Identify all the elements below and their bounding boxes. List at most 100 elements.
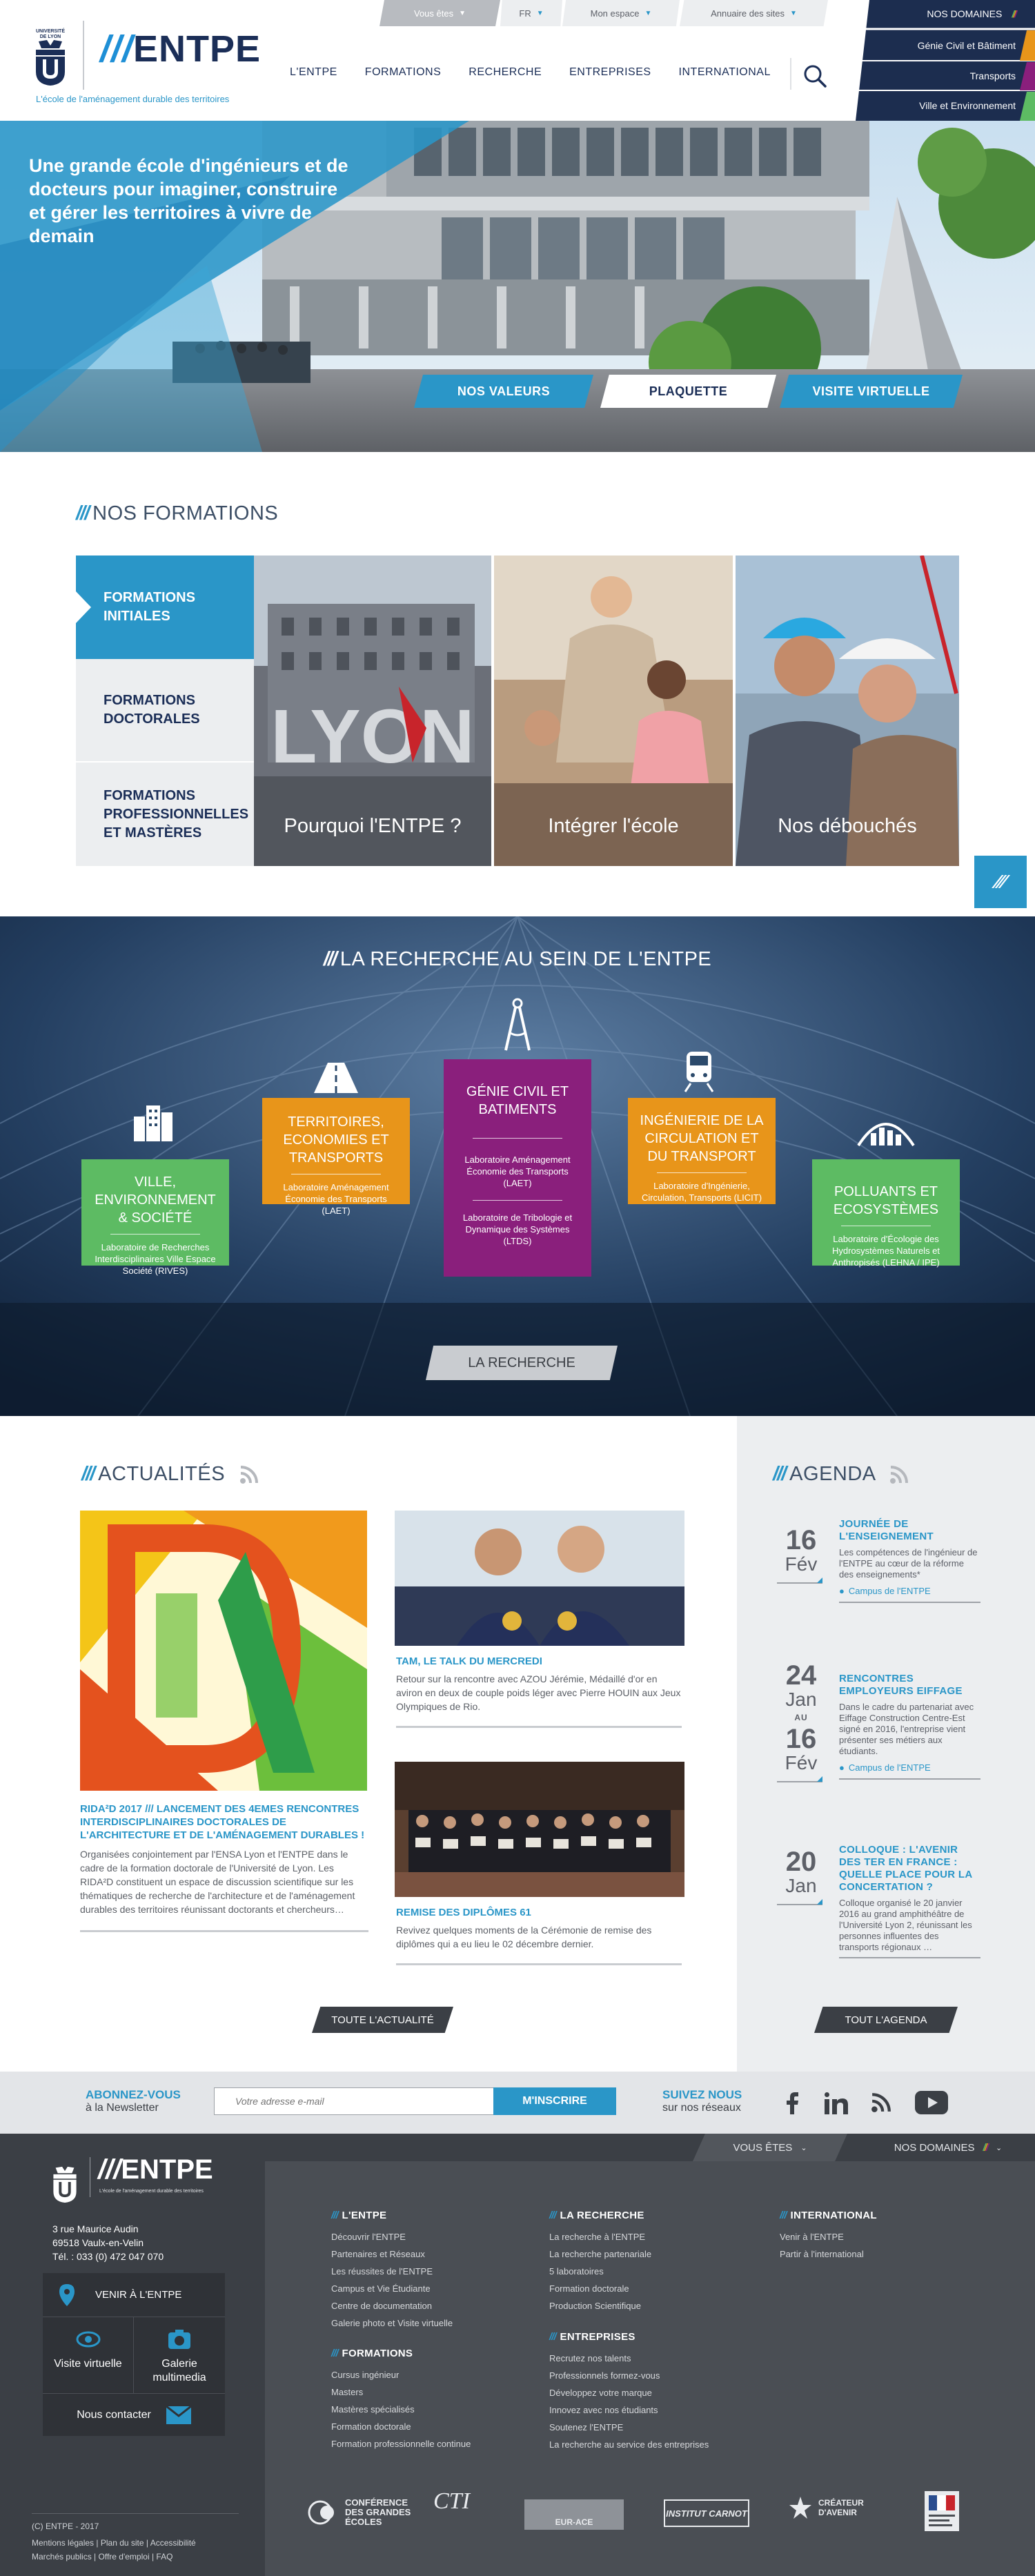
footer-link[interactable]: Cursus ingénieur	[331, 2366, 471, 2383]
come-to-entpe-link[interactable]: VENIR À L'ENTPE	[43, 2273, 225, 2317]
event-item-colloque[interactable]: COLLOQUE : L'AVENIR DES TER EN FRANCE : …	[839, 1844, 980, 1958]
news-image-talk[interactable]	[395, 1511, 684, 1646]
sitemap-link[interactable]: Plan du site	[101, 2538, 144, 2548]
newsletter-submit-button[interactable]: M'INSCRIRE	[493, 2087, 616, 2115]
legal-link[interactable]: Mentions légales	[32, 2538, 94, 2548]
nav-item-entpe[interactable]: L'ENTPE	[276, 66, 351, 79]
search-icon[interactable]	[802, 63, 827, 88]
partner-cti-logo[interactable]: CTI	[433, 2488, 470, 2515]
accessibility-link[interactable]: Accessibilité	[150, 2538, 196, 2548]
footer-link[interactable]: La recherche au service des entreprises	[549, 2436, 709, 2453]
event-item-journee[interactable]: JOURNÉE DE L'ENSEIGNEMENT Les compétence…	[839, 1518, 980, 1603]
footer-link[interactable]: 5 laboratoires	[549, 2263, 651, 2280]
faq-link[interactable]: FAQ	[156, 2552, 172, 2562]
partner-eurace-logo[interactable]: EUR-ACE	[524, 2499, 624, 2530]
footer-link[interactable]: Masters	[331, 2383, 471, 2401]
rss-icon[interactable]	[239, 1465, 259, 1484]
footer-entpe-logo[interactable]: ///ENTPE	[98, 2154, 213, 2185]
footer-link[interactable]: Partenaires et Réseaux	[331, 2245, 453, 2263]
public-markets-link[interactable]: Marchés publics	[32, 2552, 92, 2562]
footer-link[interactable]: Formation professionnelle continue	[331, 2435, 471, 2452]
all-agenda-button[interactable]: TOUT L'AGENDA	[814, 2007, 958, 2033]
footer-link[interactable]: Soutenez l'ENTPE	[549, 2419, 709, 2436]
footer-link[interactable]: Les réussites de l'ENTPE	[331, 2263, 453, 2280]
rss-icon[interactable]	[871, 2092, 891, 2113]
card-integrer-ecole[interactable]: Intégrer l'école	[494, 555, 733, 866]
footer-link[interactable]: Recrutez nos talents	[549, 2350, 709, 2367]
hero-button-brochure[interactable]: PLAQUETTE	[600, 375, 776, 408]
copyright: (C) ENTPE - 2017	[32, 2513, 239, 2533]
footer-link[interactable]: Production Scientifique	[549, 2297, 651, 2314]
news-item-talk[interactable]: TAM, LE TALK DU MERCREDI Retour sur la r…	[396, 1655, 682, 1728]
language-dropdown[interactable]: FR ▼	[500, 0, 562, 26]
footer-link[interactable]: Professionnels formez-vous	[549, 2367, 709, 2384]
mail-icon	[166, 2406, 191, 2424]
footer-link[interactable]: La recherche à l'ENTPE	[549, 2228, 651, 2245]
domains-dropdown[interactable]: NOS DOMAINES ///	[856, 0, 1035, 28]
scroll-top-icon[interactable]: ⁄⁄⁄	[974, 856, 1027, 908]
footer-link[interactable]: Innovez avec nos étudiants	[549, 2401, 709, 2419]
research-card-ville[interactable]: VILLE, ENVIRONNEMENT & SOCIÉTÉ Laboratoi…	[81, 1159, 229, 1276]
sites-dropdown[interactable]: Annuaire des sites ▼	[680, 0, 828, 26]
nav-item-formations[interactable]: FORMATIONS	[351, 66, 455, 79]
footer-link[interactable]: Partir à l'international	[780, 2245, 877, 2263]
partner-cge-logo[interactable]: CONFÉRENCE DES GRANDES ÉCOLES	[308, 2498, 411, 2527]
nav-item-recherche[interactable]: RECHERCHE	[455, 66, 555, 79]
news-item-rida2d[interactable]: RIDA²D 2017 /// LANCEMENT DES 4EMES RENC…	[80, 1802, 368, 1932]
profile-dropdown[interactable]: Vous êtes ▼	[379, 0, 500, 26]
tab-formations-initiales[interactable]: FORMATIONS INITIALES	[76, 555, 254, 659]
card-nos-debouches[interactable]: Nos débouchés	[736, 555, 959, 866]
tab-formations-doctorales[interactable]: FORMATIONS DOCTORALES	[76, 659, 254, 763]
research-card-genie-civil[interactable]: GÉNIE CIVIL ET BATIMENTS Laboratoire Amé…	[444, 1059, 591, 1277]
nav-item-international[interactable]: INTERNATIONAL	[665, 66, 785, 79]
footer-link[interactable]: Campus et Vie Étudiante	[331, 2280, 453, 2297]
university-lyon-logo-icon[interactable]: UNIVERSITÉ DE LYON	[33, 26, 68, 86]
footer-link[interactable]: Centre de documentation	[331, 2297, 453, 2314]
footer-link[interactable]: Formation doctorale	[331, 2418, 471, 2435]
card-pourquoi-entpe[interactable]: LYON Pourquoi l'ENTPE ?	[254, 555, 491, 866]
domain-city-environment[interactable]: Ville et Environnement	[856, 90, 1035, 121]
news-image-rida2d[interactable]	[80, 1511, 367, 1791]
rss-icon[interactable]	[889, 1465, 909, 1484]
footer-domains-dropdown[interactable]: NOS DOMAINES /// ⌄	[861, 2134, 1035, 2161]
nav-item-entreprises[interactable]: ENTREPRISES	[555, 66, 664, 79]
linkedin-icon[interactable]	[825, 2092, 848, 2114]
research-card-circulation[interactable]: INGÉNIERIE DE LA CIRCULATION ET DU TRANS…	[628, 1098, 776, 1204]
facebook-icon[interactable]	[785, 2092, 799, 2114]
footer-link[interactable]: Galerie photo et Visite virtuelle	[331, 2314, 453, 2332]
footer-link[interactable]: Formation doctorale	[549, 2280, 651, 2297]
research-card-territoires[interactable]: TERRITOIRES, ECONOMIES ET TRANSPORTS Lab…	[262, 1098, 410, 1216]
all-news-button[interactable]: TOUTE L'ACTUALITÉ	[312, 2007, 453, 2033]
hero-button-values[interactable]: NOS VALEURS	[414, 375, 593, 408]
youtube-icon[interactable]	[915, 2091, 948, 2114]
newsletter-email-input[interactable]	[214, 2087, 494, 2115]
partner-carnot-logo[interactable]: INSTITUT CARNOT	[664, 2499, 749, 2527]
entpe-logo[interactable]: ///ENTPE	[100, 28, 261, 70]
footer-link[interactable]: Venir à l'ENTPE	[780, 2228, 877, 2245]
domain-transports[interactable]: Transports	[856, 61, 1035, 91]
contact-link[interactable]: Nous contacter	[43, 2393, 225, 2436]
tab-formations-professionnelles[interactable]: FORMATIONS PROFESSIONNELLES ET MASTÈRES	[76, 763, 254, 866]
footer-link[interactable]: Mastères spécialisés	[331, 2401, 471, 2418]
domain-civil-engineering[interactable]: Génie Civil et Bâtiment	[856, 30, 1035, 61]
news-image-diplomes[interactable]	[395, 1762, 684, 1897]
footer-link[interactable]: La recherche partenariale	[549, 2245, 651, 2263]
footer-link[interactable]: Découvrir l'ENTPE	[331, 2228, 453, 2245]
footer-col-formations: /// FORMATIONS Cursus ingénieur Masters M…	[331, 2348, 471, 2452]
ministry-logo-icon[interactable]	[925, 2491, 959, 2531]
footer-link[interactable]: Développez votre marque	[549, 2384, 709, 2401]
footer-profile-dropdown[interactable]: VOUS ÊTES ⌄	[693, 2134, 847, 2161]
research-card-title: TERRITOIRES, ECONOMIES ET TRANSPORTS	[283, 1114, 389, 1166]
hero-button-virtual-tour[interactable]: VISITE VIRTUELLE	[780, 375, 963, 408]
my-space-dropdown[interactable]: Mon espace ▼	[562, 0, 680, 26]
job-offers-link[interactable]: Offre d'emploi	[99, 2552, 150, 2562]
virtual-tour-link[interactable]: Visite virtuelle	[43, 2317, 134, 2393]
research-card-polluants[interactable]: POLLUANTS ET ECOSYSTÈMES Laboratoire d'É…	[812, 1159, 960, 1268]
partner-createur-logo[interactable]: CRÉATEUR D'AVENIR	[788, 2495, 883, 2520]
chevron-down-icon: ⌄	[995, 2143, 1003, 2152]
event-item-eiffage[interactable]: RENCONTRES EMPLOYEURS EIFFAGE Dans le ca…	[839, 1673, 980, 1780]
news-item-diplomes[interactable]: REMISE DES DIPLÔMES 61 Revivez quelques …	[396, 1906, 682, 1965]
virtual-tour-icon	[76, 2331, 100, 2348]
media-gallery-link[interactable]: Galerie multimedia	[134, 2317, 225, 2393]
research-button[interactable]: LA RECHERCHE	[426, 1346, 618, 1380]
